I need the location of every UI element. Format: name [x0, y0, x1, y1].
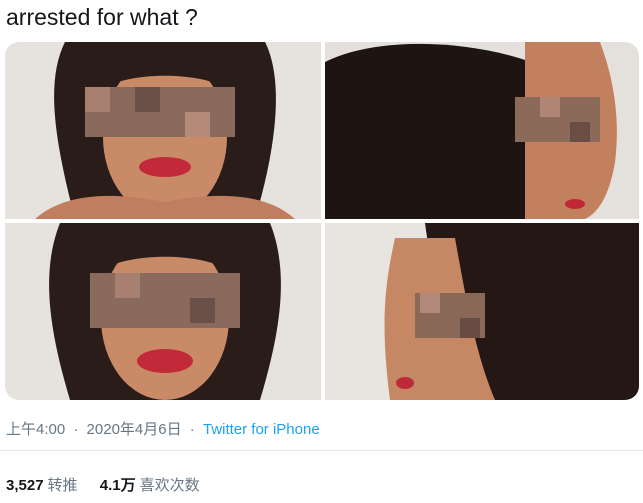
likes-stat[interactable]: 4.1万 喜欢次数	[100, 474, 200, 495]
tweet-meta: 上午4:00 · 2020年4月6日 · Twitter for iPhone	[6, 418, 320, 439]
retweets-label: 转推	[47, 477, 78, 494]
photo-2-image	[325, 42, 639, 219]
retweets-count: 3,527	[6, 477, 44, 494]
tweet-source-link[interactable]: Twitter for iPhone	[203, 421, 320, 438]
photo-1[interactable]	[5, 42, 321, 219]
divider	[0, 450, 643, 451]
photo-4[interactable]	[325, 223, 639, 400]
tweet-stats: 3,527 转推 4.1万 喜欢次数	[6, 474, 218, 495]
meta-separator: ·	[73, 421, 79, 438]
meta-separator: ·	[189, 421, 195, 438]
photo-2[interactable]	[325, 42, 639, 219]
photo-3-image	[5, 223, 321, 400]
photo-4-image	[325, 223, 639, 400]
likes-label: 喜欢次数	[139, 477, 200, 494]
tweet-time[interactable]: 上午4:00	[6, 421, 65, 438]
retweets-stat[interactable]: 3,527 转推	[6, 474, 78, 495]
photo-3[interactable]	[5, 223, 321, 400]
tweet-date[interactable]: 2020年4月6日	[87, 421, 182, 438]
likes-count: 4.1万	[99, 477, 136, 494]
photo-1-image	[5, 42, 321, 219]
tweet-text: arrested for what ?	[6, 4, 198, 30]
media-grid	[5, 42, 639, 400]
